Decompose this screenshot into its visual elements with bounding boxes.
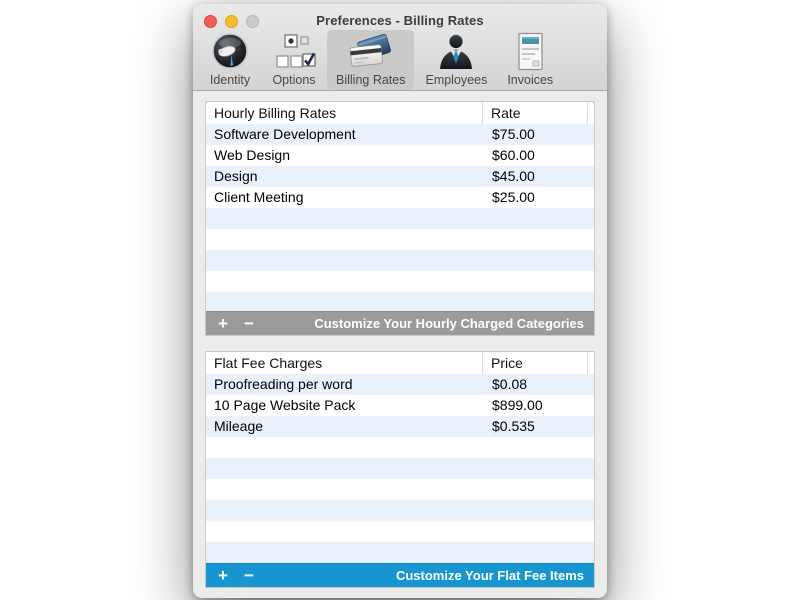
hourly-table-body: Software Development $75.00 Web Design $… <box>206 124 594 312</box>
toolbar-item-invoices[interactable]: Invoices <box>498 30 562 90</box>
table-row[interactable]: 10 Page Website Pack $899.00 <box>206 395 594 416</box>
preferences-window: Preferences - Billing Rates Identity Opt… <box>193 4 607 598</box>
flat-fee-table-footer: + − Customize Your Flat Fee Items <box>206 563 594 587</box>
flat-fee-table: Flat Fee Charges Price Proofreading per … <box>205 351 595 588</box>
table-row[interactable]: Proofreading per word $0.08 <box>206 374 594 395</box>
row-rate: $75.00 <box>492 126 535 142</box>
table-row[interactable]: Client Meeting $25.00 <box>206 187 594 208</box>
desktop: { "window": { "title": "Preferences - Bi… <box>0 0 800 600</box>
column-header-spacer <box>587 102 594 124</box>
column-header-price: Price <box>482 352 587 374</box>
toolbar: Identity Options Billing Rates Employees… <box>199 30 601 90</box>
hourly-table-header: Hourly Billing Rates Rate <box>206 102 594 125</box>
row-item: Mileage <box>214 418 264 434</box>
window-header: Preferences - Billing Rates Identity Opt… <box>193 4 607 91</box>
add-hourly-rate-button[interactable]: + <box>214 313 232 334</box>
row-category: Design <box>214 168 258 184</box>
toolbar-label: Employees <box>425 73 488 87</box>
remove-hourly-rate-button[interactable]: − <box>240 313 258 334</box>
row-item: Proofreading per word <box>214 376 353 392</box>
flat-fee-footer-caption: Customize Your Flat Fee Items <box>395 568 584 583</box>
remove-flat-fee-button[interactable]: − <box>240 565 258 586</box>
identity-icon <box>212 33 248 69</box>
table-row[interactable]: Web Design $60.00 <box>206 145 594 166</box>
flat-fee-table-header: Flat Fee Charges Price <box>206 352 594 375</box>
window-title: Preferences - Billing Rates <box>316 13 484 28</box>
table-row[interactable]: Software Development $75.00 <box>206 124 594 145</box>
row-rate: $45.00 <box>492 168 535 184</box>
table-row[interactable]: Mileage $0.535 <box>206 416 594 437</box>
toolbar-item-billing-rates[interactable]: Billing Rates <box>327 30 415 90</box>
hourly-footer-caption: Customize Your Hourly Charged Categories <box>314 316 584 331</box>
row-price: $899.00 <box>492 397 543 413</box>
hourly-rates-table: Hourly Billing Rates Rate Software Devel… <box>205 101 595 336</box>
row-category: Web Design <box>214 147 291 163</box>
flat-fee-table-body: Proofreading per word $0.08 10 Page Webs… <box>206 374 594 564</box>
options-icon <box>276 34 316 68</box>
toolbar-label: Identity <box>209 73 251 87</box>
toolbar-item-identity[interactable]: Identity <box>199 30 261 90</box>
column-header-name: Hourly Billing Rates <box>214 105 337 121</box>
add-flat-fee-button[interactable]: + <box>214 565 232 586</box>
toolbar-label: Billing Rates <box>336 73 406 87</box>
row-category: Software Development <box>214 126 356 142</box>
billing-rates-icon <box>349 34 391 67</box>
column-header-spacer <box>587 352 594 374</box>
employees-icon <box>440 34 473 69</box>
toolbar-item-options[interactable]: Options <box>263 30 325 90</box>
row-price: $0.535 <box>492 418 535 434</box>
column-header-name: Flat Fee Charges <box>214 355 323 371</box>
toolbar-item-employees[interactable]: Employees <box>416 30 496 90</box>
table-row[interactable]: Design $45.00 <box>206 166 594 187</box>
row-rate: $25.00 <box>492 189 535 205</box>
row-rate: $60.00 <box>492 147 535 163</box>
row-category: Client Meeting <box>214 189 304 205</box>
hourly-table-footer: + − Customize Your Hourly Charged Catego… <box>206 311 594 335</box>
invoices-icon <box>518 32 543 71</box>
column-header-rate: Rate <box>482 102 587 124</box>
toolbar-label: Invoices <box>507 73 554 87</box>
row-price: $0.08 <box>492 376 528 392</box>
toolbar-label: Options <box>272 73 316 87</box>
row-item: 10 Page Website Pack <box>214 397 356 413</box>
